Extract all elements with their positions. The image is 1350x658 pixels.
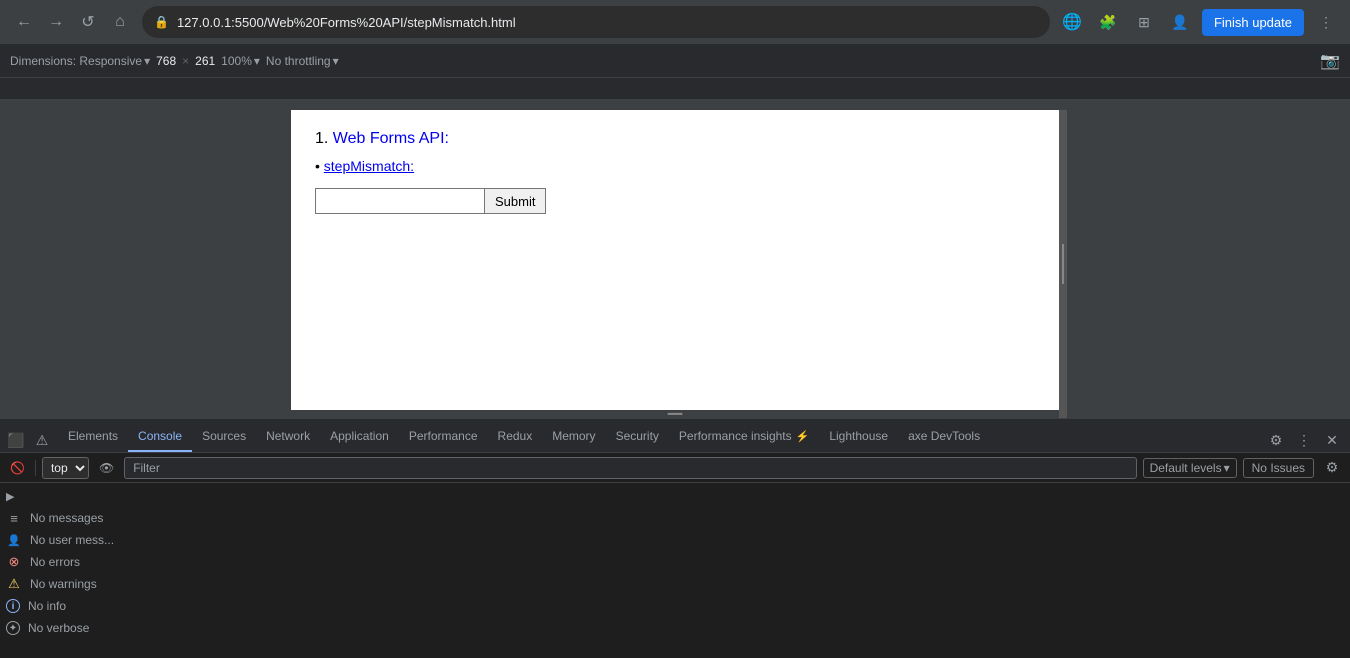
- console-item-warnings[interactable]: ⚠ No warnings: [0, 573, 1350, 595]
- devtools-more-button[interactable]: ⋮: [1292, 428, 1316, 452]
- ruler-area: [0, 78, 1350, 100]
- puzzle-icon[interactable]: 🧩: [1094, 8, 1122, 36]
- console-filter-bar: 🚫 top 👁 Default levels ▾ No Issues ⚙: [0, 453, 1350, 483]
- info-icon: i: [6, 599, 20, 613]
- perf-insights-icon: ⚡: [796, 430, 810, 443]
- verbose-label: No verbose: [28, 621, 89, 635]
- console-icon-tab[interactable]: ⚠: [30, 428, 54, 452]
- devtools-close-button[interactable]: ✕: [1320, 428, 1344, 452]
- tab-performance[interactable]: Performance: [399, 423, 488, 452]
- throttle-chevron-icon: ▾: [333, 54, 339, 68]
- tab-security[interactable]: Security: [606, 423, 669, 452]
- messages-label: No messages: [30, 511, 103, 525]
- devtools-settings-button[interactable]: ⚙: [1264, 428, 1288, 452]
- dimension-separator: ×: [182, 54, 189, 68]
- console-item-messages[interactable]: ≡ No messages: [0, 507, 1350, 529]
- filter-separator: [35, 460, 36, 476]
- default-levels-chevron-icon: ▾: [1224, 461, 1230, 475]
- devtools-toolbar: Dimensions: Responsive ▾ 768 × 261 100% …: [0, 44, 1350, 78]
- devtools-toolbar-right: 📷: [1320, 51, 1340, 71]
- tab-elements[interactable]: Elements: [58, 423, 128, 452]
- tab-perf-insights[interactable]: Performance insights ⚡: [669, 423, 819, 452]
- messages-icon: ≡: [6, 510, 22, 526]
- back-button[interactable]: ←: [10, 8, 38, 36]
- profile-icon[interactable]: 👤: [1166, 8, 1194, 36]
- warnings-icon: ⚠: [6, 576, 22, 592]
- url-text: 127.0.0.1:5500/Web%20Forms%20API/stepMis…: [177, 15, 516, 30]
- browser-bar: ← → ↺ ⌂ 🔒 127.0.0.1:5500/Web%20Forms%20A…: [0, 0, 1350, 44]
- height-value: 261: [195, 54, 215, 68]
- console-item-verbose[interactable]: ✦ No verbose: [0, 617, 1350, 639]
- main-area: 1. Web Forms API: • stepMismatch: Submit…: [0, 100, 1350, 658]
- page-heading: 1. Web Forms API:: [315, 130, 1035, 148]
- dimensions-button[interactable]: Dimensions: Responsive ▾: [10, 54, 150, 68]
- sidebar-icon[interactable]: ⊞: [1130, 8, 1158, 36]
- default-levels-label: Default levels: [1150, 461, 1222, 475]
- zoom-chevron-icon: ▾: [254, 54, 260, 68]
- chrome-icon[interactable]: 🌐: [1058, 8, 1086, 36]
- reload-button[interactable]: ↺: [74, 8, 102, 36]
- devtools-tab-actions: ⚙ ⋮ ✕: [1264, 428, 1350, 452]
- zoom-value: 100%: [221, 54, 252, 68]
- screenshot-button[interactable]: 📷: [1320, 51, 1340, 71]
- filter-input-wrap: [124, 457, 1136, 479]
- console-settings-button[interactable]: ⚙: [1320, 456, 1344, 480]
- webpage-preview: 1. Web Forms API: • stepMismatch: Submit…: [0, 100, 1350, 418]
- filter-input[interactable]: [124, 457, 1136, 479]
- tab-redux[interactable]: Redux: [488, 423, 543, 452]
- home-button[interactable]: ⌂: [106, 8, 134, 36]
- lock-icon: 🔒: [154, 15, 169, 29]
- warnings-label: No warnings: [30, 577, 97, 591]
- throttle-button[interactable]: No throttling ▾: [266, 54, 339, 68]
- dimensions-label: Dimensions: Responsive: [10, 54, 142, 68]
- tab-sources[interactable]: Sources: [192, 423, 256, 452]
- user-messages-icon: 👤: [6, 532, 22, 548]
- page-subtitle: • stepMismatch:: [315, 158, 1035, 174]
- dimensions-section: Dimensions: Responsive ▾ 768 × 261 100% …: [10, 54, 339, 68]
- webpage-frame: 1. Web Forms API: • stepMismatch: Submit: [291, 110, 1059, 418]
- block-icon-button[interactable]: 🚫: [6, 459, 29, 477]
- no-issues-badge: No Issues: [1243, 458, 1314, 478]
- console-expand-item[interactable]: ▶: [0, 485, 1350, 507]
- tab-lighthouse[interactable]: Lighthouse: [819, 423, 898, 452]
- submit-button[interactable]: Submit: [485, 188, 546, 214]
- tab-network[interactable]: Network: [256, 423, 320, 452]
- console-messages: ▶ ≡ No messages 👤 No user mess... ⊗ No e…: [0, 483, 1350, 658]
- more-options-button[interactable]: ⋮: [1312, 8, 1340, 36]
- info-label: No info: [28, 599, 66, 613]
- address-bar[interactable]: 🔒 127.0.0.1:5500/Web%20Forms%20API/stepM…: [142, 6, 1050, 38]
- top-context-selector[interactable]: top: [42, 457, 89, 479]
- errors-icon: ⊗: [6, 554, 22, 570]
- user-messages-label: No user mess...: [30, 533, 114, 547]
- finish-update-button[interactable]: Finish update: [1202, 9, 1304, 36]
- nav-buttons: ← → ↺ ⌂: [10, 8, 134, 36]
- console-item-user-messages[interactable]: 👤 No user mess...: [0, 529, 1350, 551]
- devtools-panel: ⬛ ⚠ Elements Console Sources Network App…: [0, 418, 1350, 658]
- console-item-info[interactable]: i No info: [0, 595, 1350, 617]
- step-mismatch-input[interactable]: [315, 188, 485, 214]
- devtools-tabs: ⬛ ⚠ Elements Console Sources Network App…: [0, 419, 1350, 453]
- form-row: Submit: [315, 188, 1035, 214]
- verbose-icon: ✦: [6, 621, 20, 635]
- expand-arrow-icon: ▶: [6, 490, 14, 503]
- zoom-button[interactable]: 100% ▾: [221, 54, 260, 68]
- forward-button[interactable]: →: [42, 8, 70, 36]
- tab-console[interactable]: Console: [128, 423, 192, 452]
- eye-icon-button[interactable]: 👁: [95, 459, 118, 477]
- errors-label: No errors: [30, 555, 80, 569]
- tab-memory[interactable]: Memory: [542, 423, 605, 452]
- resize-handle-right[interactable]: [1059, 110, 1067, 418]
- browser-actions: 🌐 🧩 ⊞ 👤 Finish update ⋮: [1058, 8, 1340, 36]
- tab-axe[interactable]: axe DevTools: [898, 423, 990, 452]
- elements-icon-tab[interactable]: ⬛: [4, 428, 28, 452]
- throttle-label: No throttling: [266, 54, 331, 68]
- default-levels-button[interactable]: Default levels ▾: [1143, 458, 1237, 478]
- resize-handle-bottom[interactable]: ━━: [291, 410, 1059, 418]
- width-value: 768: [156, 54, 176, 68]
- tab-application[interactable]: Application: [320, 423, 399, 452]
- dimensions-chevron-icon: ▾: [144, 54, 150, 68]
- console-item-errors[interactable]: ⊗ No errors: [0, 551, 1350, 573]
